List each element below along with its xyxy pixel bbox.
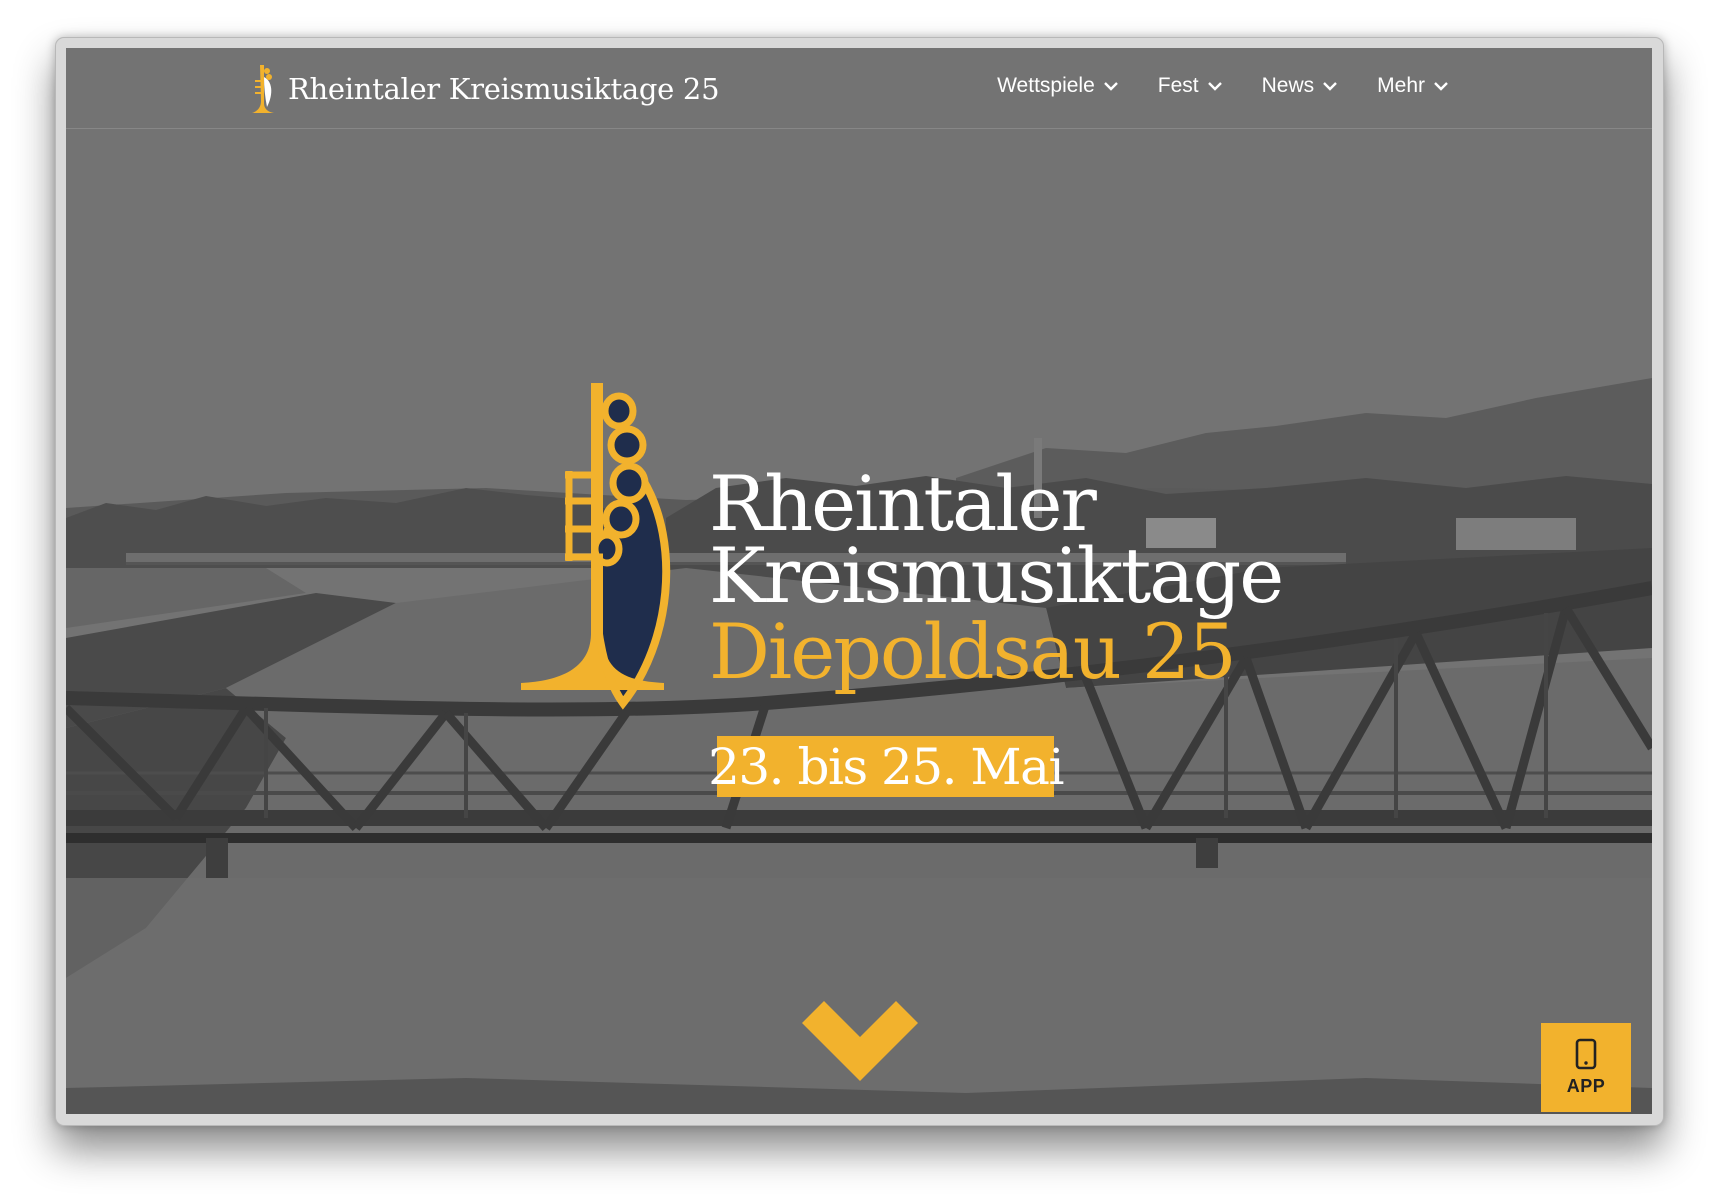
chevron-down-icon xyxy=(1434,81,1448,91)
page-viewport: Rheintaler Kreismusiktage 25 Wettspiele … xyxy=(66,48,1652,1114)
hero-title: Rheintaler Kreismusiktage Diepoldsau 25 xyxy=(709,459,1284,696)
nav-label: Mehr xyxy=(1377,74,1425,97)
app-button[interactable]: APP xyxy=(1541,1023,1631,1112)
logo-icon xyxy=(252,65,274,113)
nav-item-mehr[interactable]: Mehr xyxy=(1377,74,1448,98)
nav-item-fest[interactable]: Fest xyxy=(1158,74,1222,98)
nav-item-wettspiele[interactable]: Wettspiele xyxy=(997,74,1118,98)
event-date: 23. bis 25. Mai xyxy=(708,737,1064,796)
brand-name: Rheintaler Kreismusiktage 25 xyxy=(288,72,720,106)
top-navbar: Rheintaler Kreismusiktage 25 Wettspiele … xyxy=(66,48,1652,129)
smartphone-icon xyxy=(1575,1038,1597,1070)
hero-title-line2: Kreismusiktage xyxy=(709,531,1284,620)
chevron-down-icon xyxy=(1103,81,1118,91)
hero-title-line1: Rheintaler xyxy=(709,459,1097,548)
hero-title-line3: Diepoldsau 25 xyxy=(709,607,1237,696)
chevron-down-icon[interactable] xyxy=(802,1001,918,1081)
nav-label: Wettspiele xyxy=(997,74,1095,97)
main-nav: Wettspiele Fest News Mehr xyxy=(957,74,1448,98)
chevron-down-icon xyxy=(1207,81,1222,91)
brand-link[interactable]: Rheintaler Kreismusiktage 25 xyxy=(250,64,720,114)
nav-item-news[interactable]: News xyxy=(1262,74,1338,98)
browser-window: Rheintaler Kreismusiktage 25 Wettspiele … xyxy=(55,37,1664,1126)
chevron-down-icon xyxy=(1323,81,1337,91)
festival-logo-icon xyxy=(521,383,671,710)
nav-label: News xyxy=(1261,74,1315,97)
app-button-label: APP xyxy=(1566,1076,1606,1096)
nav-label: Fest xyxy=(1157,74,1199,97)
date-badge: 23. bis 25. Mai xyxy=(708,736,1064,797)
